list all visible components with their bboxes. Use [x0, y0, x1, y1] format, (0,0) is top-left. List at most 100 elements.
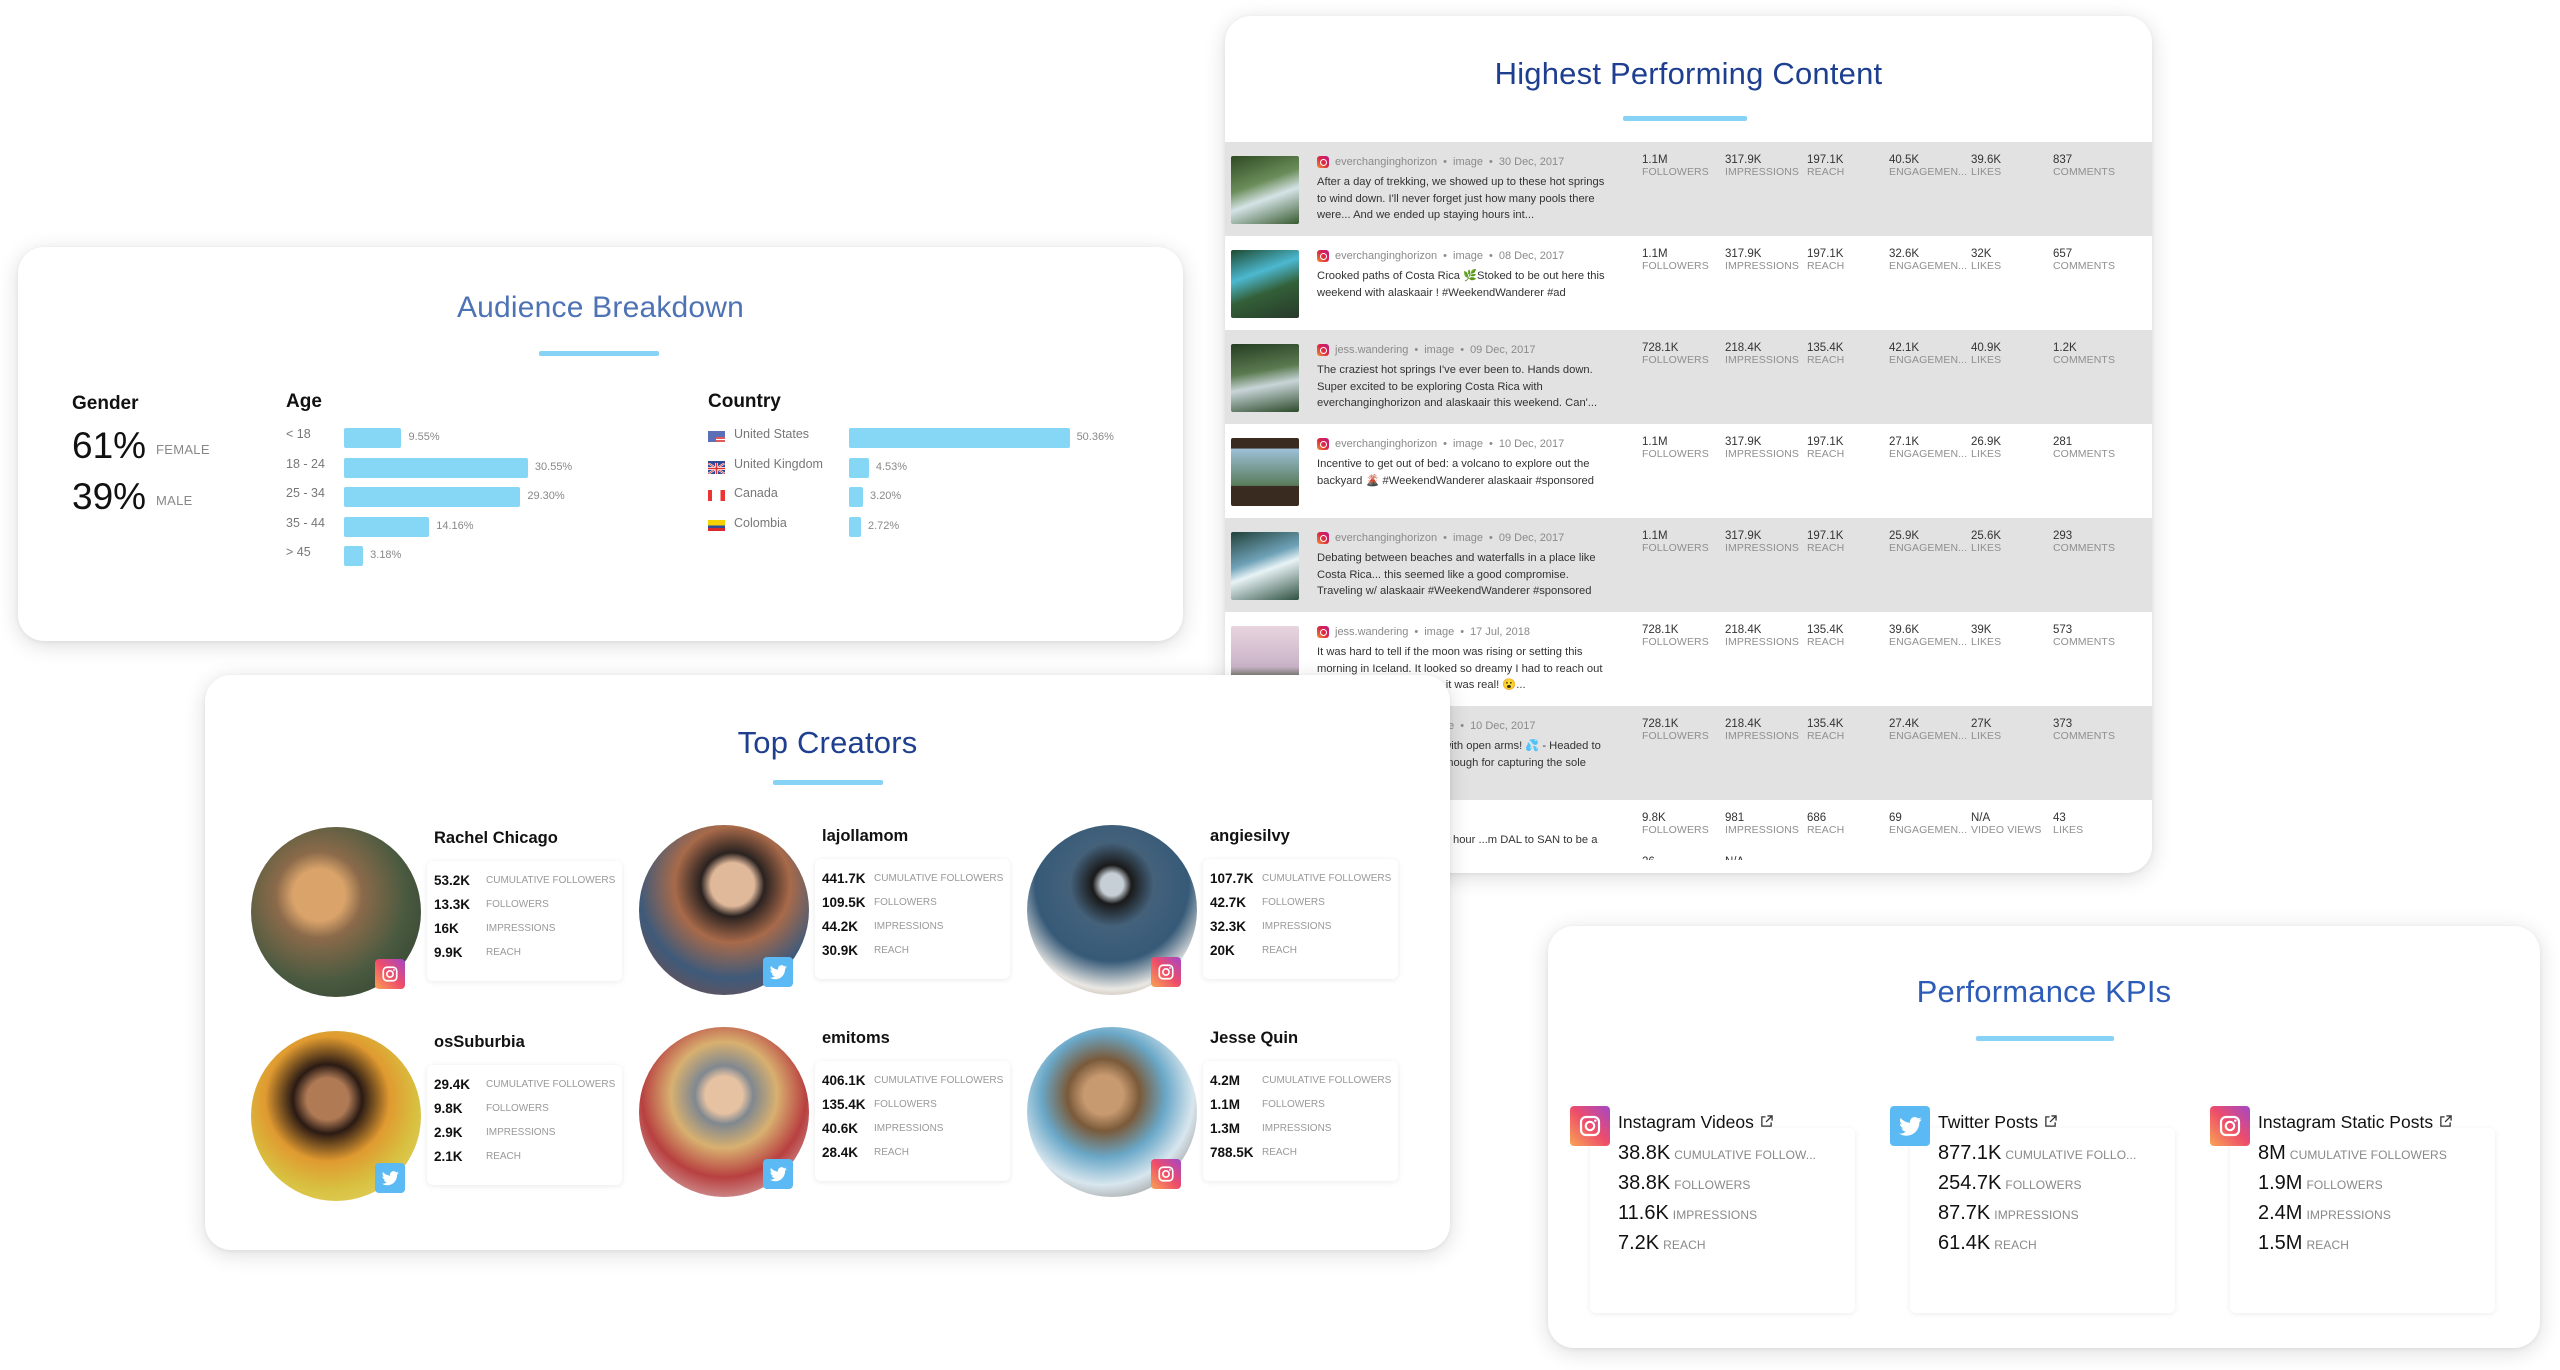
post-thumbnail[interactable]	[1231, 532, 1299, 600]
creator-card[interactable]: osSuburbia 29.4K CUMULATIVE FOLLOWERS 9.8K F…	[251, 1031, 631, 1211]
post-stat: 27.4K ENGAGEMEN...	[1889, 718, 1967, 742]
stat-label: IMPRESSIONS	[1725, 542, 1800, 554]
separator-dot: •	[1488, 532, 1493, 544]
stat-label: FOLLOWERS	[1642, 542, 1709, 554]
stat-value: 2.4M	[2258, 1202, 2303, 1224]
creator-name[interactable]: Rachel Chicago	[434, 829, 558, 848]
separator-dot: •	[1488, 156, 1493, 168]
stat-label: IMPRESSIONS	[874, 921, 944, 932]
creator-stat: 9.9K REACH	[434, 945, 521, 960]
creator-name[interactable]: emitoms	[822, 1029, 890, 1048]
stat-value: 317.9K	[1725, 530, 1762, 542]
us-flag-icon	[708, 431, 725, 442]
stat-value: 293	[2053, 530, 2073, 542]
post-meta: jess.wandering • image • 17 Jul, 2018	[1317, 626, 1530, 638]
stat-value: 317.9K	[1725, 436, 1762, 448]
twitter-icon	[1890, 1106, 1930, 1146]
stat-value: 28.4K	[822, 1145, 859, 1160]
post-thumbnail[interactable]	[1231, 156, 1299, 224]
kpi-link[interactable]: Instagram Static Posts	[2258, 1112, 2452, 1133]
post-stat: 39.6K LIKES	[1971, 154, 2001, 178]
separator-dot: •	[1414, 344, 1419, 356]
instagram-icon	[1317, 344, 1329, 356]
external-link-icon[interactable]	[1760, 1112, 1773, 1133]
post-type: image	[1453, 438, 1483, 450]
stat-label: LIKES	[1971, 636, 2002, 648]
creator-card[interactable]: lajollamom 441.7K CUMULATIVE FOLLOWERS 109.…	[639, 825, 1019, 1005]
creator-card[interactable]: angiesilvy 107.7K CUMULATIVE FOLLOWERS 42.7…	[1027, 825, 1407, 1005]
post-meta: everchanginghorizon • image • 08 Dec, 2017	[1317, 250, 1564, 262]
external-link-icon[interactable]	[2044, 1112, 2057, 1133]
separator-dot: •	[1443, 532, 1447, 544]
creator-card[interactable]: Jesse Quin 4.2M CUMULATIVE FOLLOWERS 1.1M FO…	[1027, 1027, 1407, 1207]
external-link-icon[interactable]	[2439, 1112, 2452, 1133]
post-meta: jess.wandering • image • 09 Dec, 2017	[1317, 344, 1536, 356]
post-account[interactable]: jess.wandering	[1335, 626, 1408, 638]
creator-name[interactable]: osSuburbia	[434, 1033, 525, 1052]
post-stat: 40.9K LIKES	[1971, 342, 2001, 366]
post-date: 08 Dec, 2017	[1498, 250, 1565, 262]
creator-stats: 441.7K CUMULATIVE FOLLOWERS 109.5K FOLLOWER…	[815, 859, 1010, 979]
stat-value: 441.7K	[822, 871, 866, 886]
creator-name[interactable]: Jesse Quin	[1210, 1029, 1298, 1048]
post-thumbnail[interactable]	[1231, 344, 1299, 412]
stat-value: 686	[1807, 812, 1827, 824]
age-bar	[344, 428, 402, 448]
stat-value: 135.4K	[1807, 342, 1844, 354]
instagram-icon	[1317, 532, 1329, 544]
stat-value: 254.7K	[1938, 1172, 2002, 1194]
post-account[interactable]: everchanginghorizon	[1335, 532, 1437, 544]
stat-value: 1.1M	[1210, 1097, 1241, 1112]
stat-value: 53.2K	[434, 873, 471, 888]
kpi-link[interactable]: Instagram Videos	[1618, 1112, 1773, 1133]
stat-label: IMPRESSIONS	[486, 923, 556, 934]
kpi-link[interactable]: Twitter Posts	[1938, 1112, 2057, 1133]
stat-label: LIKES	[1971, 542, 2002, 554]
post-account[interactable]: jess.wandering	[1335, 344, 1408, 356]
age-bar	[344, 546, 364, 566]
stat-label: CUMULATIVE FOLLOWERS	[874, 1075, 1004, 1086]
stat-value: 9.8K	[434, 1101, 463, 1116]
stat-value: 218.4K	[1725, 718, 1762, 730]
country-label: Colombia	[734, 515, 787, 530]
stat-value: 135.4K	[1807, 718, 1844, 730]
stat-label: REACH	[1807, 824, 1845, 836]
kpi-stat: 254.7K FOLLOWERS	[1938, 1172, 2082, 1195]
stat-value: 32K	[1971, 248, 1992, 260]
creator-stat: 16K IMPRESSIONS	[434, 921, 555, 936]
creator-stat: 1.1M FOLLOWERS	[1210, 1097, 1325, 1112]
content-row[interactable]: everchanginghorizon • image • 10 Dec, 2017 In…	[1225, 424, 2152, 518]
stat-value: 27K	[1971, 718, 1992, 730]
creator-card[interactable]: Rachel Chicago 53.2K CUMULATIVE FOLLOWERS 1…	[251, 827, 631, 1007]
stat-value: 1.3M	[1210, 1121, 1241, 1136]
stat-label: REACH	[486, 947, 522, 958]
stat-label: IMPRESSIONS	[2306, 1208, 2391, 1222]
post-stat: 9.8K FOLLOWERS	[1642, 812, 1709, 836]
post-thumbnail[interactable]	[1231, 250, 1299, 318]
stat-value: 109.5K	[822, 895, 866, 910]
creator-name[interactable]: angiesilvy	[1210, 827, 1290, 846]
stat-label: LIKES	[1971, 260, 2002, 272]
post-account[interactable]: everchanginghorizon	[1335, 250, 1437, 262]
post-stat: 1.2K COMMENTS	[2053, 342, 2115, 366]
stat-value: 317.9K	[1725, 154, 1762, 166]
content-row[interactable]: everchanginghorizon • image • 09 Dec, 2017 De…	[1225, 518, 2152, 612]
post-account[interactable]: everchanginghorizon	[1335, 156, 1437, 168]
stat-label: REACH	[1807, 166, 1845, 178]
stat-label: CUMULATIVE FOLLOWERS	[1262, 1075, 1392, 1086]
stat-label: REACH	[1807, 354, 1845, 366]
content-row[interactable]: everchanginghorizon • image • 08 Dec, 2017 Cr…	[1225, 236, 2152, 330]
age-heading: Age	[286, 391, 322, 412]
content-row[interactable]: jess.wandering • image • 09 Dec, 2017 The cra…	[1225, 330, 2152, 424]
stat-value: 2.1K	[434, 1149, 463, 1164]
creator-name[interactable]: lajollamom	[822, 827, 908, 846]
post-thumbnail[interactable]	[1231, 438, 1299, 506]
post-account[interactable]: everchanginghorizon	[1335, 438, 1437, 450]
post-meta: everchanginghorizon • image • 09 Dec, 2017	[1317, 532, 1564, 544]
stat-value: 9.8K	[1642, 812, 1666, 824]
creator-card[interactable]: emitoms 406.1K CUMULATIVE FOLLOWERS 135.4K F…	[639, 1027, 1019, 1207]
stat-label: CUMULATIVE FOLLOWERS	[874, 873, 1004, 884]
top-creators-card: Top Creators Rachel Chicago 53.2K CUMULATI…	[205, 675, 1450, 1250]
stat-label: COMMENTS	[2053, 730, 2116, 742]
content-row[interactable]: everchanginghorizon • image • 30 Dec, 2017 Af…	[1225, 142, 2152, 236]
